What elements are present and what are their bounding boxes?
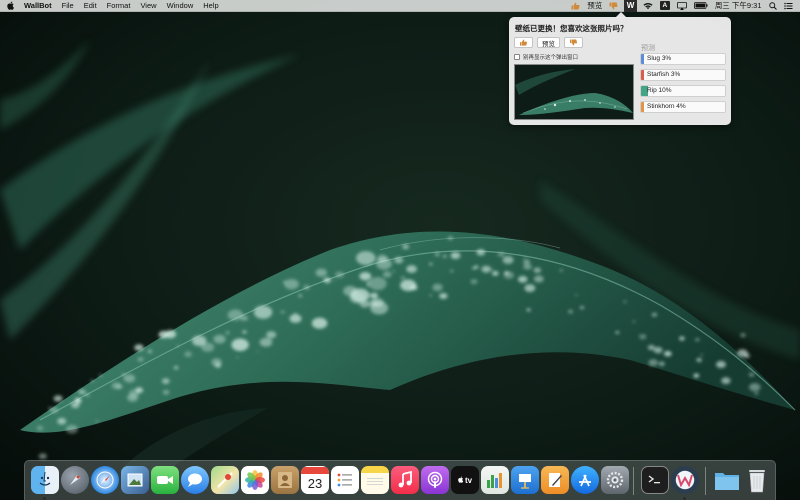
contacts-icon[interactable] bbox=[271, 466, 299, 494]
wallpaper-thumbnail[interactable] bbox=[514, 64, 634, 120]
safari-icon[interactable] bbox=[91, 466, 119, 494]
thumbs-down-icon[interactable] bbox=[609, 2, 618, 10]
pages-icon[interactable] bbox=[541, 466, 569, 494]
menu-edit[interactable]: Edit bbox=[79, 0, 102, 12]
terminal-icon[interactable] bbox=[641, 466, 669, 494]
messages-icon[interactable] bbox=[181, 466, 209, 494]
trash-icon[interactable] bbox=[743, 466, 771, 494]
prediction-label: Stinkhorn 4% bbox=[647, 103, 686, 110]
preview-app-icon[interactable] bbox=[121, 466, 149, 494]
dock: 23 tv bbox=[24, 460, 776, 500]
clock[interactable]: 周三 下午9:31 bbox=[715, 0, 762, 11]
launchpad-icon[interactable] bbox=[61, 466, 89, 494]
prediction-item: Stinkhorn 4% bbox=[640, 101, 726, 113]
thumbs-up-icon[interactable] bbox=[571, 2, 580, 10]
airplay-icon[interactable] bbox=[676, 1, 687, 10]
dont-show-again-checkbox[interactable] bbox=[514, 54, 520, 60]
photos-icon[interactable] bbox=[241, 466, 269, 494]
dislike-button[interactable] bbox=[564, 37, 583, 48]
wallbot-status-icon[interactable]: W bbox=[623, 0, 638, 12]
input-source-icon[interactable]: A bbox=[659, 1, 670, 10]
apple-menu-icon[interactable] bbox=[0, 1, 22, 10]
finder-icon[interactable] bbox=[31, 466, 59, 494]
prediction-item: Slug 3% bbox=[640, 53, 726, 65]
apple-logo-icon bbox=[458, 475, 464, 485]
music-icon[interactable] bbox=[391, 466, 419, 494]
status-bar-items: 预览 W A 周三 下午9:31 bbox=[568, 0, 800, 12]
thumbs-down-icon bbox=[569, 39, 578, 46]
wallbot-app-icon[interactable] bbox=[671, 466, 699, 494]
notes-icon[interactable] bbox=[361, 466, 389, 494]
prediction-label: Rip 10% bbox=[647, 87, 672, 94]
prediction-item: Starfish 3% bbox=[640, 69, 726, 81]
popover-title: 壁纸已更换！您喜欢这张照片吗？ bbox=[515, 24, 628, 33]
popover-arrow bbox=[615, 12, 627, 18]
spotlight-search-icon[interactable] bbox=[768, 1, 777, 10]
status-preview-label[interactable]: 预览 bbox=[587, 0, 602, 11]
vote-buttons: 预览 bbox=[514, 37, 583, 48]
facetime-icon[interactable] bbox=[151, 466, 179, 494]
thumbs-up-icon bbox=[519, 39, 528, 46]
menu-window[interactable]: Window bbox=[162, 0, 199, 12]
tv-label: tv bbox=[464, 475, 473, 485]
predictions-title: 预测 bbox=[641, 45, 655, 52]
reminders-icon[interactable] bbox=[331, 466, 359, 494]
podcasts-icon[interactable] bbox=[421, 466, 449, 494]
notification-center-icon[interactable] bbox=[783, 2, 793, 10]
dont-show-again-label: 别再显示这个弹出窗口 bbox=[523, 55, 579, 61]
dock-separator bbox=[633, 467, 634, 495]
system-preferences-icon[interactable] bbox=[601, 466, 629, 494]
menu-format[interactable]: Format bbox=[102, 0, 136, 12]
keynote-icon[interactable] bbox=[511, 466, 539, 494]
wifi-icon[interactable] bbox=[643, 2, 653, 10]
preview-button[interactable]: 预览 bbox=[537, 37, 560, 48]
dock-separator bbox=[705, 467, 706, 495]
battery-icon[interactable] bbox=[693, 2, 708, 9]
dont-show-again-option[interactable]: 别再显示这个弹出窗口 bbox=[514, 53, 578, 61]
app-store-icon[interactable] bbox=[571, 466, 599, 494]
calendar-icon[interactable]: 23 bbox=[301, 466, 329, 494]
tv-icon[interactable]: tv bbox=[451, 466, 479, 494]
prediction-item: Rip 10% bbox=[640, 85, 726, 97]
numbers-icon[interactable] bbox=[481, 466, 509, 494]
calendar-header bbox=[301, 467, 329, 474]
menu-file[interactable]: File bbox=[57, 0, 79, 12]
like-button[interactable] bbox=[514, 37, 533, 48]
menu-help[interactable]: Help bbox=[198, 0, 223, 12]
maps-icon[interactable] bbox=[211, 466, 239, 494]
predictions-list: Slug 3% Starfish 3% Rip 10% Stinkhorn 4% bbox=[640, 53, 726, 117]
prediction-label: Starfish 3% bbox=[647, 71, 681, 78]
menu-view[interactable]: View bbox=[135, 0, 161, 12]
prediction-label: Slug 3% bbox=[647, 55, 672, 62]
wallbot-popover: 壁纸已更换！您喜欢这张照片吗？ 预览 别再显示这个弹出窗口 预测 Slug 3%… bbox=[509, 12, 731, 125]
downloads-folder-icon[interactable] bbox=[713, 466, 741, 494]
menu-bar: WallBot File Edit Format View Window Hel… bbox=[0, 0, 800, 12]
calendar-day: 23 bbox=[307, 476, 323, 491]
menu-app-name[interactable]: WallBot bbox=[22, 0, 57, 12]
